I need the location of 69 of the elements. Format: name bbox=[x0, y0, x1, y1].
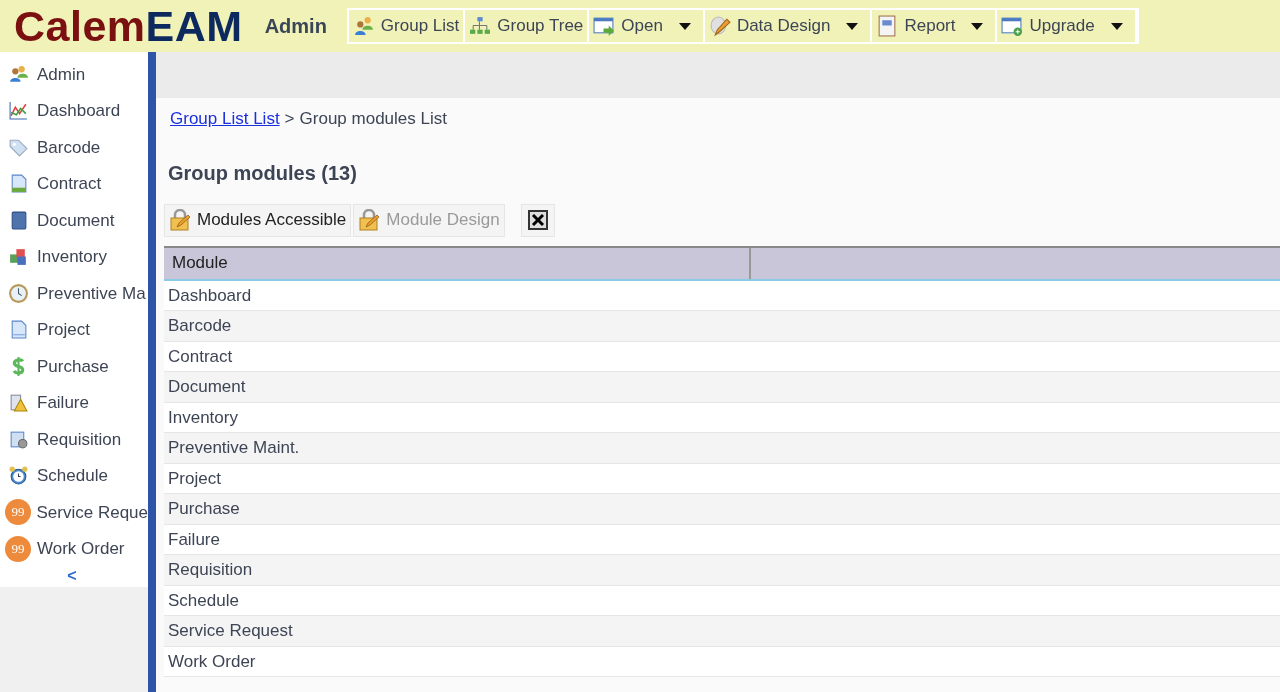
table-cell-text: Service Request bbox=[168, 620, 293, 642]
table-cell-text: Schedule bbox=[168, 589, 239, 612]
sidebar-label: Work Order bbox=[37, 538, 125, 560]
close-button[interactable] bbox=[520, 203, 555, 237]
section-title: Admin bbox=[264, 14, 327, 39]
sidebar-item[interactable]: Requisition bbox=[0, 421, 148, 458]
sidebar-label: Barcode bbox=[37, 136, 101, 159]
sidebar-label: Document bbox=[37, 209, 115, 232]
column-header: Module bbox=[164, 247, 751, 279]
table-cell-text: Inventory bbox=[168, 406, 238, 429]
alarm-clock-icon bbox=[8, 465, 29, 487]
table-cell-text: Requisition bbox=[168, 559, 253, 581]
logo-text: EAM bbox=[145, 4, 243, 48]
line-chart-icon bbox=[8, 100, 29, 122]
sidebar-item[interactable]: Schedule bbox=[0, 457, 148, 494]
sidebar-label: Preventive Ma bbox=[37, 282, 146, 305]
sidebar-label: Schedule bbox=[37, 465, 108, 487]
sidebar-label: Requisition bbox=[37, 428, 122, 451]
people-icon bbox=[352, 15, 375, 37]
table-cell-text: Project bbox=[168, 467, 221, 490]
sidebar-label: Inventory bbox=[37, 246, 107, 268]
table-cell-text: Preventive Maint. bbox=[168, 437, 300, 459]
sidebar-label: Contract bbox=[37, 173, 102, 195]
table-cell-text: Barcode bbox=[168, 315, 232, 337]
table-cell-text: Document bbox=[168, 376, 246, 398]
sidebar-item[interactable]: Barcode bbox=[0, 129, 148, 166]
table-cell-text: Contract bbox=[168, 345, 233, 368]
action-button: Module Design bbox=[353, 203, 505, 237]
sidebar-item[interactable]: Purchase bbox=[0, 348, 148, 385]
sidebar-item[interactable]: 99 Work Order bbox=[0, 530, 148, 567]
close-icon bbox=[527, 210, 548, 230]
breadcrumb-link[interactable]: Group List List bbox=[170, 106, 280, 132]
sidebar-item[interactable]: Preventive Ma bbox=[0, 275, 148, 312]
sidebar-label: Dashboard bbox=[37, 100, 121, 122]
sidebar-item[interactable]: 99 Service Reque bbox=[0, 494, 148, 531]
clock-icon bbox=[8, 282, 29, 304]
window-plus-icon bbox=[1001, 15, 1024, 37]
sidebar-item[interactable]: Document bbox=[0, 202, 148, 239]
pencil-icon bbox=[708, 15, 731, 37]
count-badge: 99 bbox=[5, 499, 31, 525]
hierarchy-icon bbox=[469, 15, 492, 37]
sidebar-item[interactable]: Failure bbox=[0, 384, 148, 421]
sidebar-label: Failure bbox=[37, 392, 89, 414]
sidebar-label: Service Reque bbox=[36, 501, 148, 524]
count-badge: 99 bbox=[5, 535, 31, 562]
table-cell-text: Work Order bbox=[168, 650, 256, 673]
sidebar-item[interactable]: Project bbox=[0, 311, 148, 348]
sidebar-item[interactable]: Admin bbox=[0, 56, 148, 93]
logo-text: Calem bbox=[14, 4, 146, 48]
lock-edit-icon bbox=[169, 209, 191, 231]
sidebar-item[interactable]: Contract bbox=[0, 165, 148, 202]
breadcrumb-separator: > bbox=[284, 108, 295, 130]
people-icon bbox=[8, 63, 29, 85]
sidebar-item[interactable]: Inventory bbox=[0, 238, 148, 275]
section-title: Group modules (13) bbox=[168, 160, 358, 186]
notebook-icon bbox=[876, 15, 899, 37]
sidebar-item[interactable]: Dashboard bbox=[0, 92, 148, 129]
warning-icon bbox=[8, 392, 29, 414]
sidebar-label: Admin bbox=[37, 63, 86, 86]
action-button[interactable]: Modules Accessible bbox=[164, 203, 352, 237]
table-cell-text: Failure bbox=[168, 528, 220, 551]
blocks-icon bbox=[8, 246, 29, 268]
sidebar-label: Purchase bbox=[37, 355, 109, 378]
table-cell-text: Dashboard bbox=[168, 284, 252, 307]
table-cell-text: Purchase bbox=[168, 498, 240, 520]
lock-edit-icon bbox=[358, 209, 381, 231]
breadcrumb-current: Group modules List bbox=[299, 108, 447, 130]
collapse-button[interactable]: < bbox=[0, 567, 148, 585]
sidebar-label: Project bbox=[37, 319, 90, 341]
